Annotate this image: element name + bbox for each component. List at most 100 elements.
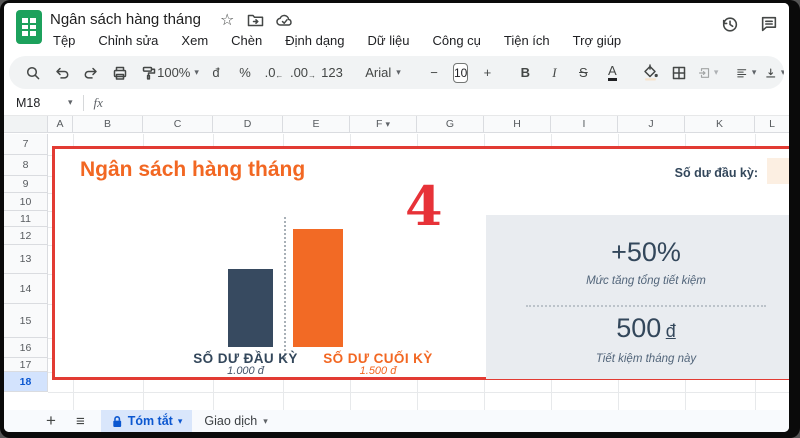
- horizontal-align-icon[interactable]: ▾: [736, 61, 756, 85]
- fx-icon: fx: [94, 95, 103, 111]
- budget-chart-region[interactable]: Ngân sách hàng tháng 4 Số dư đầu kỳ: 1.0…: [52, 146, 789, 380]
- menu-format[interactable]: Định dạng: [280, 31, 349, 50]
- column-header-k[interactable]: K: [685, 116, 755, 133]
- font-select[interactable]: Arial▾: [360, 61, 406, 85]
- column-header-b[interactable]: B: [73, 116, 143, 133]
- row-header-9[interactable]: 9: [4, 176, 48, 193]
- annotation-number: 4: [405, 179, 443, 233]
- sheet-tab-summary[interactable]: Tóm tắt ▾: [101, 410, 193, 432]
- chart-title: Ngân sách hàng tháng: [80, 158, 305, 182]
- menu-view[interactable]: Xem: [176, 31, 213, 50]
- bold-button[interactable]: B: [515, 61, 535, 85]
- font-size-input[interactable]: 10: [453, 63, 468, 83]
- decrease-font-size-button[interactable]: −: [424, 61, 444, 85]
- savings-growth-caption: Mức tăng tổng tiết kiệm: [486, 275, 789, 287]
- print-icon[interactable]: [110, 61, 130, 85]
- all-sheets-menu-icon[interactable]: ≡: [76, 413, 85, 430]
- row-header-7[interactable]: 7: [4, 134, 48, 155]
- format-currency-button[interactable]: đ: [206, 61, 226, 85]
- menu-edit[interactable]: Chỉnh sửa: [93, 31, 163, 50]
- increase-font-size-button[interactable]: +: [477, 61, 497, 85]
- bar-separator-line: [284, 217, 286, 359]
- panel-divider: [526, 305, 766, 307]
- column-header-c[interactable]: C: [143, 116, 213, 133]
- row-header-15[interactable]: 15: [4, 304, 48, 338]
- tab-dropdown-icon: ▾: [178, 417, 183, 426]
- column-header-l[interactable]: L: [755, 116, 789, 133]
- merge-cells-icon: ▾: [698, 61, 718, 85]
- column-f-dropdown-icon: ▾: [385, 120, 390, 129]
- column-header-f[interactable]: F▾: [350, 116, 417, 133]
- tab-dropdown-icon: ▾: [263, 417, 268, 426]
- row-header-14[interactable]: 14: [4, 274, 48, 304]
- comments-icon[interactable]: [760, 15, 778, 33]
- lock-icon: [111, 415, 123, 428]
- column-header-i[interactable]: I: [551, 116, 618, 133]
- sheet-tab-bar: + ≡ Tóm tắt ▾ Giao dịch ▾: [4, 410, 789, 432]
- row-header-18-selected[interactable]: 18: [4, 372, 48, 392]
- version-history-icon[interactable]: [720, 15, 739, 34]
- stats-panel: +50% Mức tăng tổng tiết kiệm 500 đ Tiết …: [486, 215, 789, 379]
- sheet-tab-transactions[interactable]: Giao dịch ▾: [192, 414, 279, 428]
- bar-closing-balance: [293, 229, 343, 347]
- column-header-h[interactable]: H: [484, 116, 551, 133]
- menu-tools[interactable]: Công cụ: [427, 31, 485, 50]
- borders-icon[interactable]: [669, 61, 689, 85]
- text-color-button[interactable]: A: [602, 61, 622, 85]
- more-formats-button[interactable]: 123: [322, 61, 342, 85]
- top-bar: Ngân sách hàng tháng ☆ Tệp Chỉnh sửa Xem…: [4, 3, 789, 53]
- sheets-logo-icon[interactable]: [16, 10, 42, 44]
- column-header-e[interactable]: E: [283, 116, 350, 133]
- document-title[interactable]: Ngân sách hàng tháng: [50, 11, 201, 28]
- window-frame: Ngân sách hàng tháng ☆ Tệp Chỉnh sửa Xem…: [0, 0, 800, 438]
- italic-button[interactable]: I: [544, 61, 564, 85]
- row-header-12[interactable]: 12: [4, 227, 48, 245]
- column-header-j[interactable]: J: [618, 116, 685, 133]
- bar-label-closing: SỐ DƯ CUỐI KỲ: [288, 351, 468, 366]
- row-header-11[interactable]: 11: [4, 211, 48, 227]
- undo-icon[interactable]: [52, 61, 72, 85]
- move-to-folder-icon[interactable]: [247, 13, 264, 28]
- opening-balance-input-cell[interactable]: 1.0: [767, 158, 789, 184]
- formula-input[interactable]: [103, 90, 789, 115]
- increase-decimal-button[interactable]: .00→: [293, 61, 313, 85]
- formula-bar: M18 ▾ fx: [4, 90, 789, 116]
- menu-file[interactable]: Tệp: [48, 31, 80, 50]
- menu-bar: Tệp Chỉnh sửa Xem Chèn Định dạng Dữ liệu…: [48, 31, 626, 50]
- column-headers: A B C D E F▾ G H I J K L: [4, 116, 789, 134]
- select-all-corner[interactable]: [4, 116, 48, 133]
- strikethrough-button[interactable]: S: [573, 61, 593, 85]
- savings-this-month-value: 500 đ: [486, 313, 789, 344]
- menu-help[interactable]: Trợ giúp: [568, 31, 627, 50]
- vertical-align-icon[interactable]: ▾: [765, 61, 784, 85]
- dong-currency-symbol: đ: [666, 321, 676, 341]
- name-box[interactable]: M18: [16, 96, 66, 110]
- add-sheet-button[interactable]: +: [46, 411, 56, 431]
- redo-icon[interactable]: [81, 61, 101, 85]
- zoom-select[interactable]: 100%▾: [168, 61, 188, 85]
- column-header-a[interactable]: A: [48, 116, 73, 133]
- row-header-13[interactable]: 13: [4, 245, 48, 274]
- row-header-10[interactable]: 10: [4, 193, 48, 211]
- column-header-g[interactable]: G: [417, 116, 484, 133]
- row-header-16[interactable]: 16: [4, 338, 48, 358]
- bar-opening-balance: [228, 269, 273, 347]
- cloud-saved-icon[interactable]: [276, 13, 294, 27]
- format-percent-button[interactable]: %: [235, 61, 255, 85]
- app-screen: Ngân sách hàng tháng ☆ Tệp Chỉnh sửa Xem…: [4, 3, 789, 432]
- menu-insert[interactable]: Chèn: [226, 31, 267, 50]
- menu-data[interactable]: Dữ liệu: [363, 31, 415, 50]
- row-header-17[interactable]: 17: [4, 358, 48, 372]
- bar-value-closing: 1.500 đ: [288, 365, 468, 377]
- search-icon[interactable]: [23, 61, 43, 85]
- menu-extensions[interactable]: Tiện ích: [499, 31, 555, 50]
- savings-this-month-caption: Tiết kiệm tháng này: [486, 353, 789, 365]
- column-header-d[interactable]: D: [213, 116, 283, 133]
- row-header-8[interactable]: 8: [4, 155, 48, 176]
- name-box-dropdown-icon[interactable]: ▾: [68, 98, 73, 107]
- fill-color-icon[interactable]: [640, 61, 660, 85]
- toolbar: 100%▾ đ % .0← .00→ 123 Arial▾ − 10 + B I…: [9, 56, 784, 89]
- decrease-decimal-button[interactable]: .0←: [264, 61, 284, 85]
- paint-format-icon[interactable]: [139, 61, 159, 85]
- star-icon[interactable]: ☆: [220, 10, 234, 30]
